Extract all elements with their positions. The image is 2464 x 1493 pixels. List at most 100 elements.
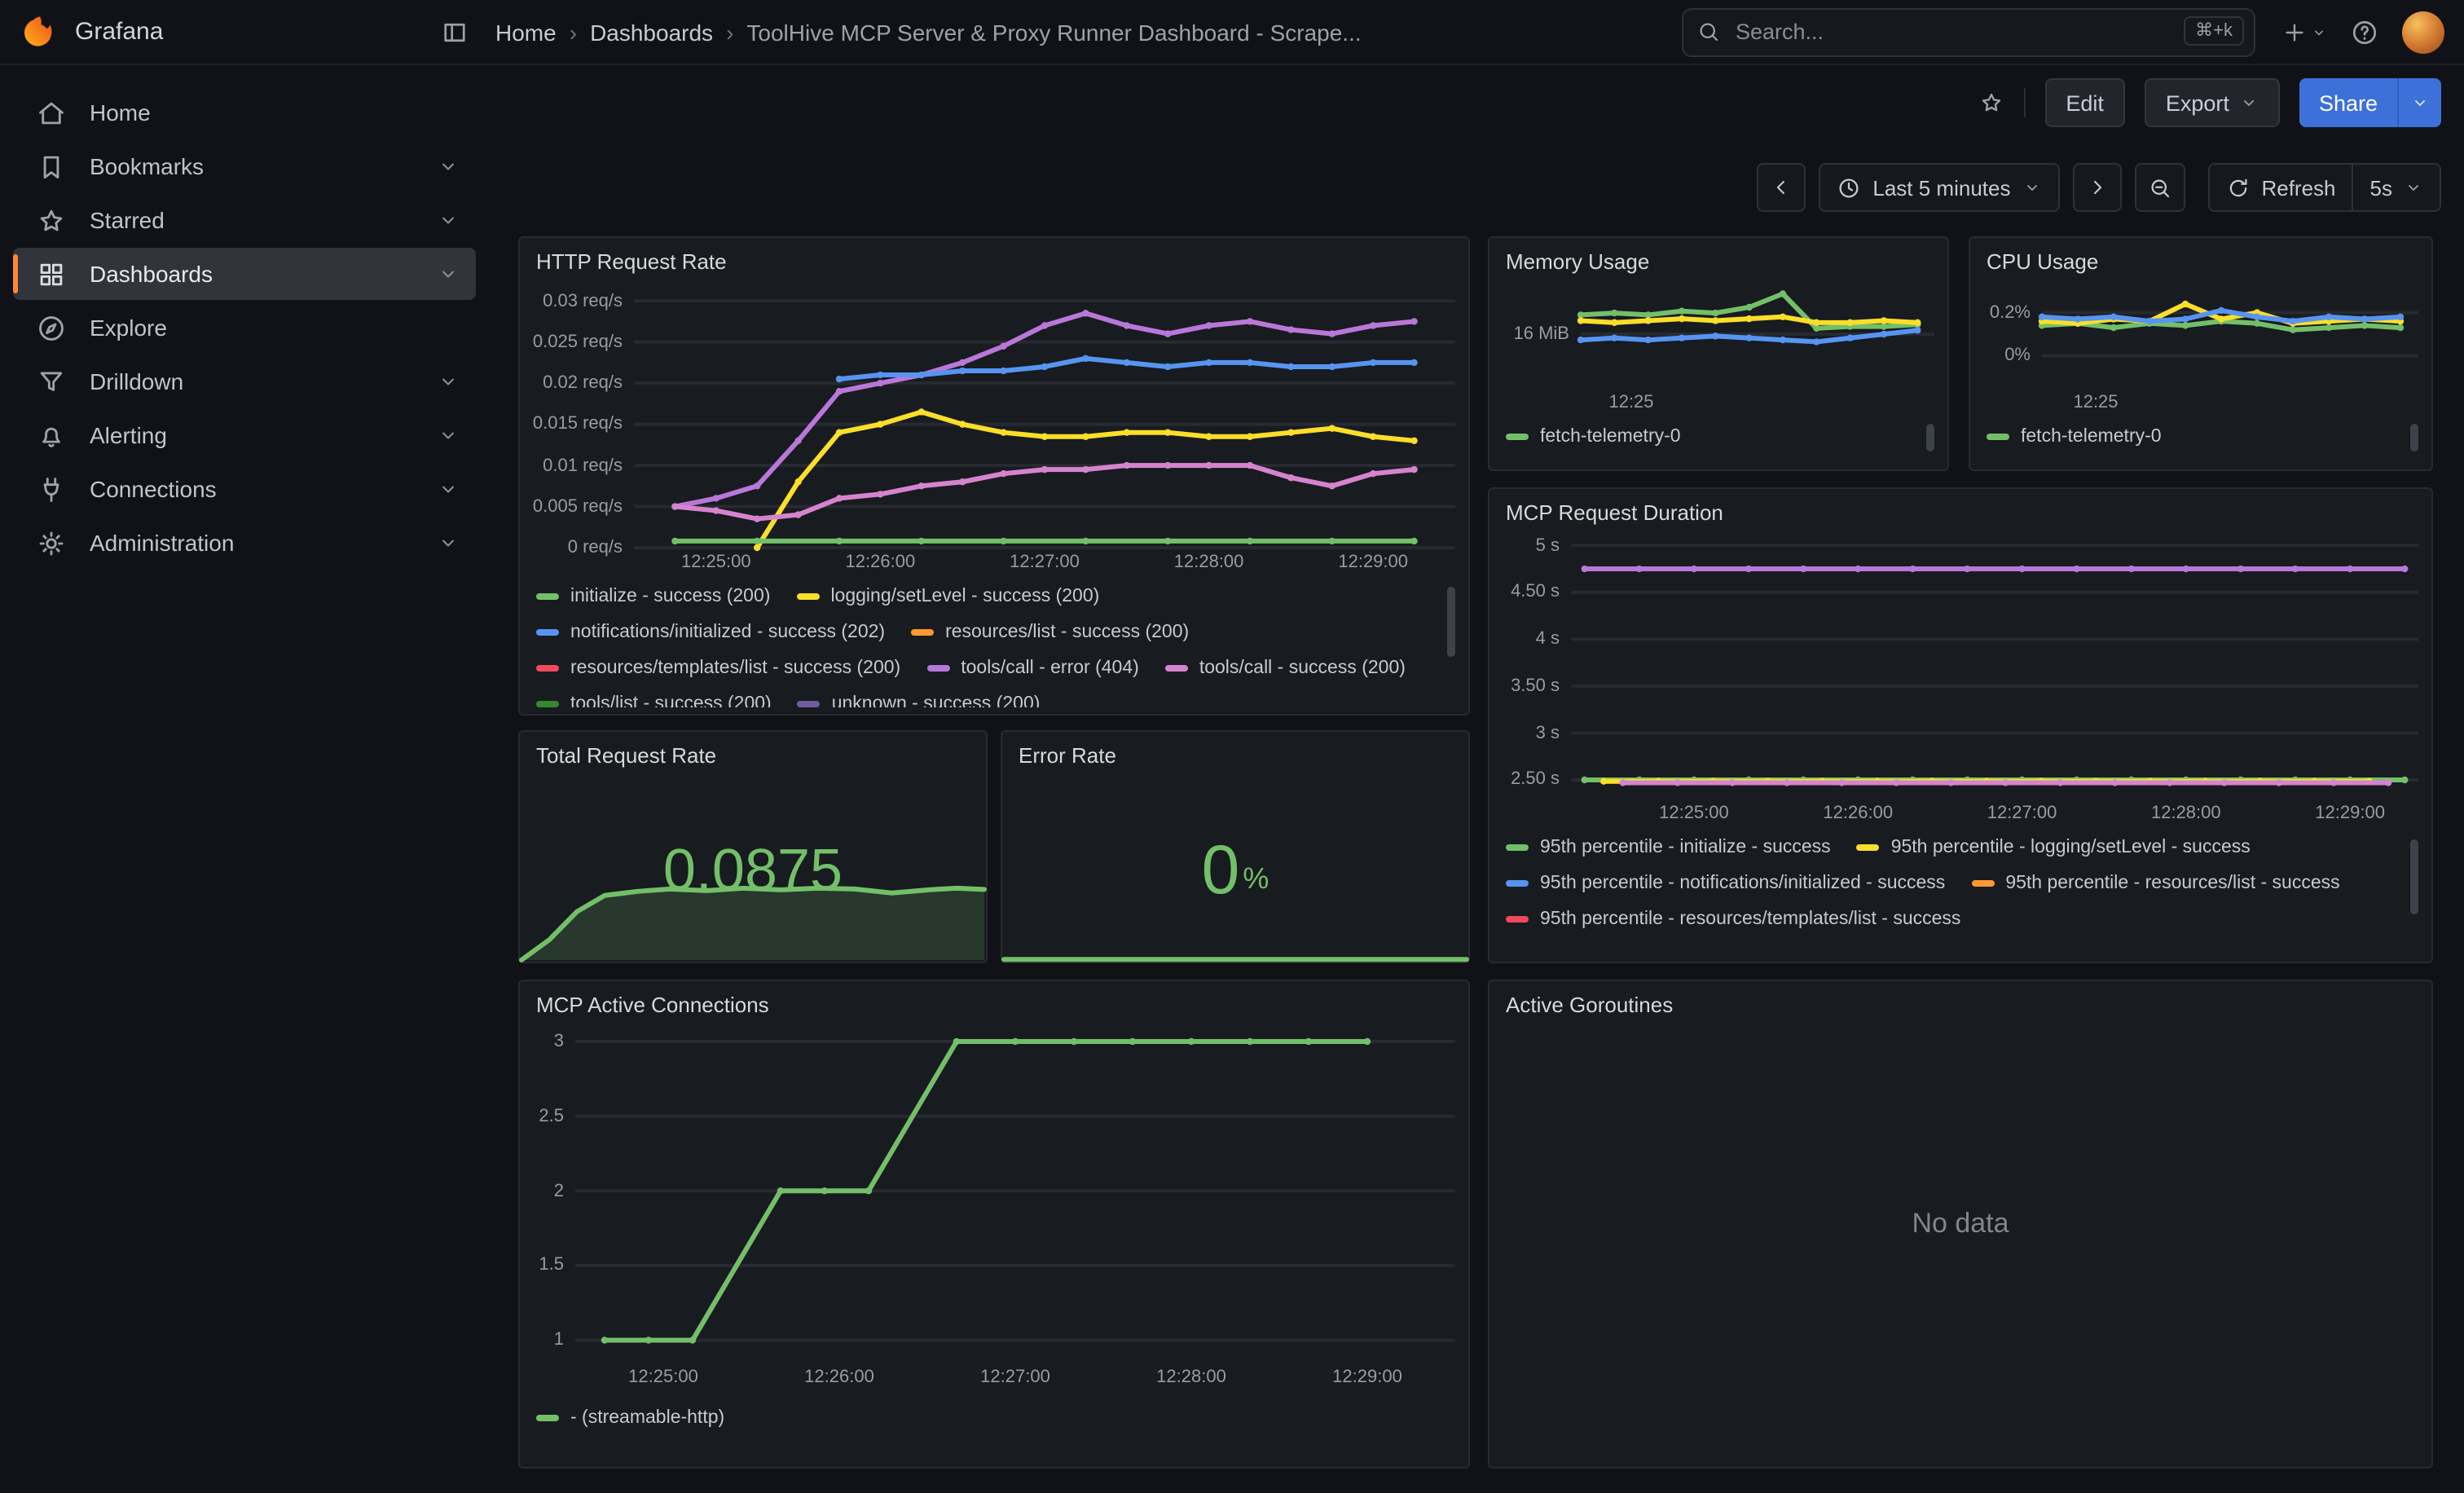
sidebar-item-alerting[interactable]: Alerting <box>13 409 476 461</box>
panel-title[interactable]: MCP Request Duration <box>1506 500 2415 525</box>
chevron-down-icon <box>2022 178 2041 197</box>
help-icon <box>2350 17 2379 46</box>
series-color-swatch <box>1506 434 1529 440</box>
search-input[interactable] <box>1682 7 2255 56</box>
drilldown-icon <box>36 366 67 397</box>
legend-item[interactable]: fetch-telemetry-0 <box>1506 424 1681 450</box>
legend-item[interactable]: resources/templates/list - success (200) <box>536 655 900 681</box>
legend-item[interactable]: fetch-telemetry-0 <box>1987 424 2162 450</box>
panel-title[interactable]: Memory Usage <box>1506 249 1931 274</box>
y-axis: 0.2%0% <box>1983 280 2042 388</box>
plus-icon <box>2281 19 2308 45</box>
legend-item[interactable]: 95th percentile - initialize - success <box>1506 835 1831 861</box>
y-axis-label: 4 s <box>1536 629 1560 649</box>
legend-item[interactable]: initialize - success (200) <box>536 584 770 610</box>
legend-item[interactable]: unknown - success (200) <box>798 691 1041 707</box>
series-color-swatch <box>1506 844 1529 851</box>
export-button[interactable]: Export <box>2145 78 2280 127</box>
http-request-rate-chart: 0 req/s0.005 req/s0.01 req/s0.015 req/s0… <box>533 280 1455 577</box>
legend-item[interactable]: - (streamable-http) <box>536 1405 724 1431</box>
time-back-button[interactable] <box>1757 163 1806 212</box>
home-icon <box>36 97 67 128</box>
top-header: Grafana Home Dashboards ToolHive MCP Ser… <box>0 0 2464 65</box>
edit-label: Edit <box>2066 90 2104 115</box>
chevron-down-icon <box>437 531 460 554</box>
y-axis-label: 0.2% <box>1990 303 2031 323</box>
share-button[interactable]: Share <box>2299 78 2397 127</box>
y-axis-label: 1 <box>554 1331 564 1350</box>
chart-legend: initialize - success (200) logging/setLev… <box>533 584 1455 707</box>
sidebar-item-drilldown[interactable]: Drilldown <box>13 355 476 407</box>
chart-legend: fetch-telemetry-0 <box>1503 424 1934 450</box>
share-menu-button[interactable] <box>2397 78 2441 127</box>
user-avatar[interactable] <box>2402 11 2444 53</box>
panel-title[interactable]: Error Rate <box>1019 743 1452 768</box>
x-axis: 12:25 <box>2042 388 2418 417</box>
sidebar-item-starred[interactable]: Starred <box>13 194 476 246</box>
sidebar-item-administration[interactable]: Administration <box>13 517 476 569</box>
x-axis-label: 12:25:00 <box>681 553 751 572</box>
sidebar-item-label: Starred <box>90 207 414 233</box>
y-axis-label: 0.03 req/s <box>543 291 623 310</box>
legend-item[interactable]: 95th percentile - notifications/initiali… <box>1506 870 1945 896</box>
memory-usage-chart: 16 MiB 12:25 <box>1503 280 1934 417</box>
grafana-logo-icon[interactable] <box>20 12 59 51</box>
sidebar-item-label: Dashboards <box>90 261 414 287</box>
legend-label: tools/list - success (200) <box>570 694 772 707</box>
panel-title[interactable]: CPU Usage <box>1987 249 2415 274</box>
x-axis-label: 12:26:00 <box>1823 804 1893 823</box>
time-forward-button[interactable] <box>2072 163 2121 212</box>
legend-scrollbar[interactable] <box>1447 584 1455 707</box>
legend-item[interactable]: tools/list - success (200) <box>536 691 772 707</box>
legend-scrollbar[interactable] <box>2410 835 2418 958</box>
breadcrumb-home[interactable]: Home <box>495 19 557 45</box>
series-color-swatch <box>536 701 559 707</box>
time-range-picker[interactable]: Last 5 minutes <box>1819 163 2059 212</box>
nav-list: Home Bookmarks Starred Dashboards ExploreDri… <box>0 86 489 569</box>
sidebar-item-label: Connections <box>90 476 414 502</box>
x-axis-label: 12:29:00 <box>1332 1367 1402 1387</box>
chevron-down-icon <box>2404 178 2423 197</box>
legend-item[interactable]: 95th percentile - logging/setLevel - suc… <box>1857 835 2251 861</box>
chart-plot <box>2042 280 2418 388</box>
sidebar-item-label: Bookmarks <box>90 153 414 179</box>
edit-button[interactable]: Edit <box>2044 78 2125 127</box>
legend-label: resources/list - success (200) <box>945 623 1189 642</box>
sidebar-item-connections[interactable]: Connections <box>13 463 476 515</box>
sidebar-item-label: Administration <box>90 530 414 556</box>
sidebar-item-dashboards[interactable]: Dashboards <box>13 248 476 300</box>
panel-title[interactable]: Total Request Rate <box>536 743 970 768</box>
new-menu-button[interactable] <box>2281 19 2327 45</box>
zoom-out-button[interactable] <box>2134 163 2185 212</box>
legend-scrollbar[interactable] <box>2410 424 2418 456</box>
sidebar-item-home[interactable]: Home <box>13 86 476 139</box>
panel-active-goroutines: Active Goroutines No data <box>1488 980 2433 1469</box>
breadcrumb-dashboards[interactable]: Dashboards <box>590 19 713 45</box>
y-axis-label: 16 MiB <box>1514 324 1570 344</box>
legend-item[interactable]: notifications/initialized - success (202… <box>536 619 885 645</box>
legend-item[interactable]: resources/list - success (200) <box>911 619 1189 645</box>
legend-item[interactable]: tools/call - error (404) <box>926 655 1139 681</box>
legend-scrollbar[interactable] <box>1926 424 1934 456</box>
mcp-request-duration-chart: 2.50 s3 s3.50 s4 s4.50 s5 s 12:25:0012:2… <box>1503 531 2418 828</box>
panel-cpu-usage: CPU Usage 0.2%0% 12:25 fetch-telemetry-0 <box>1969 236 2433 471</box>
y-axis-label: 1.5 <box>539 1256 564 1275</box>
legend-item[interactable]: tools/call - success (200) <box>1165 655 1406 681</box>
legend-item[interactable]: 95th percentile - resources/list - succe… <box>1971 870 2339 896</box>
refresh-button[interactable]: Refresh <box>2207 163 2353 212</box>
refresh-interval-label: 5s <box>2370 175 2392 200</box>
sidebar-toggle-button[interactable] <box>440 17 469 46</box>
legend-item[interactable]: logging/setLevel - success (200) <box>796 584 1099 610</box>
sidebar-item-explore[interactable]: Explore <box>13 302 476 354</box>
chevron-left-icon <box>1770 176 1793 199</box>
search-box[interactable]: ⌘+k <box>1682 7 2255 56</box>
sidebar-item-bookmarks[interactable]: Bookmarks <box>13 140 476 192</box>
legend-item[interactable]: 95th percentile - resources/templates/li… <box>1506 906 1960 932</box>
panel-title[interactable]: MCP Active Connections <box>536 993 1452 1017</box>
y-axis-label: 4.50 s <box>1511 583 1560 602</box>
refresh-interval-picker[interactable]: 5s <box>2354 163 2441 212</box>
refresh-group: Refresh 5s <box>2207 163 2441 212</box>
favorite-star-button[interactable] <box>1978 90 2004 116</box>
panel-title[interactable]: HTTP Request Rate <box>536 249 1452 274</box>
help-button[interactable] <box>2350 17 2379 46</box>
